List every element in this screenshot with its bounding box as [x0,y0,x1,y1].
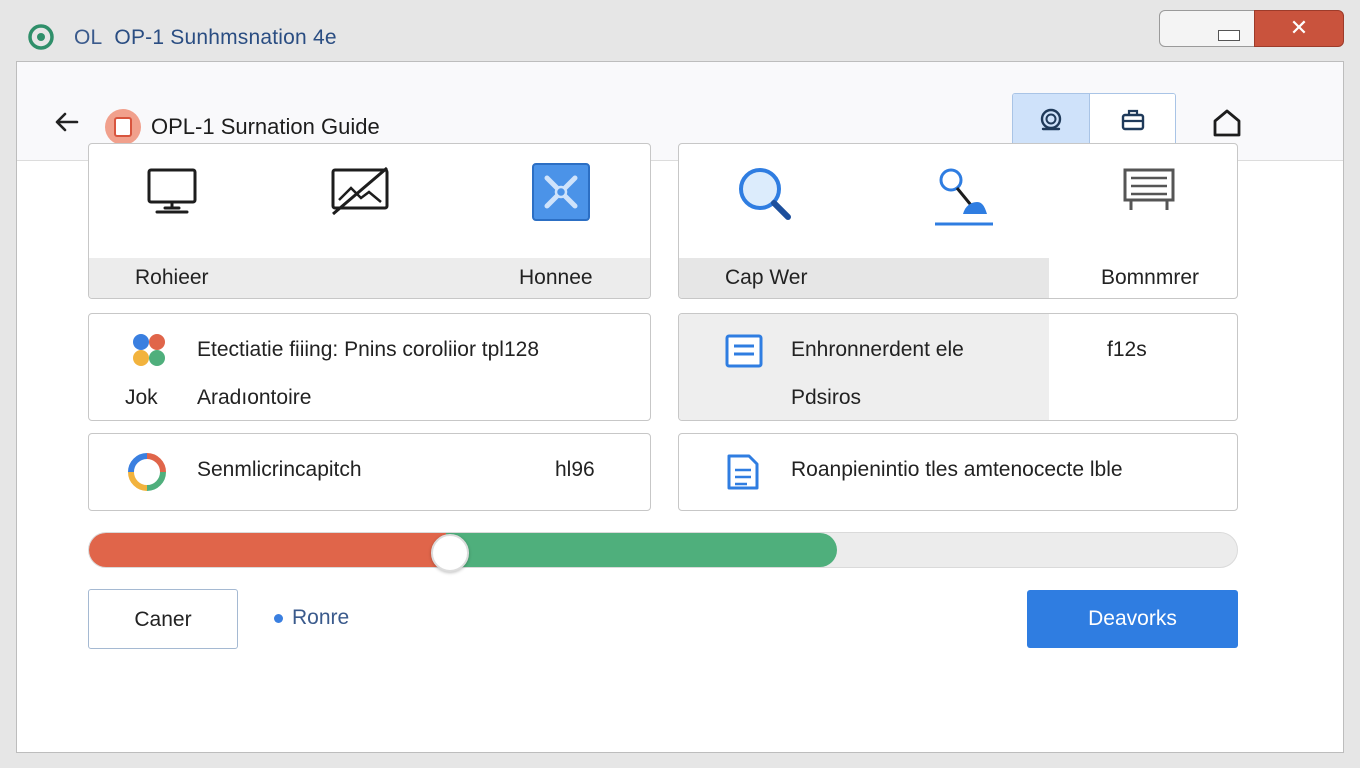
basket-icon [1121,109,1144,131]
minimize-button[interactable] [1159,10,1255,47]
info-value: f12s [1107,338,1147,361]
progress-fill-green [445,533,837,567]
card-label-right: Honnee [519,266,593,289]
document-icon [725,334,763,368]
info-text: Senmlicrincapitch [197,458,362,481]
more-link[interactable]: Ronre [292,606,349,630]
progress-slider-thumb[interactable] [431,534,470,572]
info-line-secondary: Pdsiros [791,386,862,409]
primary-action-button[interactable]: Deavorks [1027,590,1238,648]
info-line-primary: Enhronnerdent ele [791,338,964,361]
image-edit-icon[interactable] [329,164,391,218]
settings-toggle-button[interactable] [1013,94,1090,146]
tool-card-right[interactable]: Cap Wer Bomnmrer [678,143,1238,299]
sync-icon [128,453,166,491]
info-card-electric[interactable]: Etectiatie fiiing: Pnins coroliior tpl12… [88,313,651,421]
info-text: Roanpienintio tles amtenocecte lble [791,458,1123,481]
card-label-left: Rohieer [135,266,209,289]
card-label-left: Cap Wer [725,266,808,289]
title-bar: OL OP-1 Sunhmsnation 4e ✕ [0,0,1360,62]
arrow-left-icon [55,112,79,132]
window-controls: ✕ [1159,10,1344,47]
info-line-prefix: Jok [125,386,158,409]
info-value: hl96 [555,458,595,481]
info-card-environment[interactable]: Enhronnerdent ele Pdsiros f12s [678,313,1238,421]
back-button[interactable] [51,106,83,138]
monitor-icon[interactable] [145,164,199,218]
page-title: OPL-1 Surnation Guide [151,114,380,139]
printer-icon[interactable] [1123,166,1175,214]
pin-user-icon[interactable] [931,162,997,228]
progress-fill-red [89,533,446,567]
close-icon: ✕ [1289,15,1309,40]
petals-icon [133,334,165,366]
progress-track[interactable] [88,532,1238,568]
window-title: OL OP-1 Sunhmsnation 4e [74,26,337,50]
tool-card-left[interactable]: Rohieer Honnee [88,143,651,299]
gear-badge-icon [1040,108,1062,131]
minimize-icon [1218,30,1240,41]
search-icon[interactable] [735,164,795,224]
basket-toggle-button[interactable] [1090,94,1175,146]
window-title-text: OP-1 Sunhmsnation 4e [114,26,337,49]
info-card-report[interactable]: Roanpienintio tles amtenocecte lble [678,433,1238,511]
home-icon [1213,109,1241,137]
cancel-button[interactable]: Caner [88,589,238,649]
card-label-right: Bomnmrer [1101,266,1200,289]
info-line-primary: Etectiatie fiiing: Pnins coroliior tpl12… [197,338,540,361]
info-line-secondary: Aradıontoire [197,386,312,409]
toolbar-segment-group [1012,93,1176,147]
close-window-button[interactable]: ✕ [1254,10,1344,47]
bullet-dot-icon [274,614,283,623]
guide-logo-icon [105,109,141,145]
info-card-sync[interactable]: Senmlicrincapitch hl96 [88,433,651,511]
app-logo-icon [28,24,54,50]
window-title-prefix: OL [74,26,103,49]
file-list-icon [727,454,759,490]
home-button[interactable] [1209,106,1245,140]
tools-icon[interactable] [531,162,591,222]
